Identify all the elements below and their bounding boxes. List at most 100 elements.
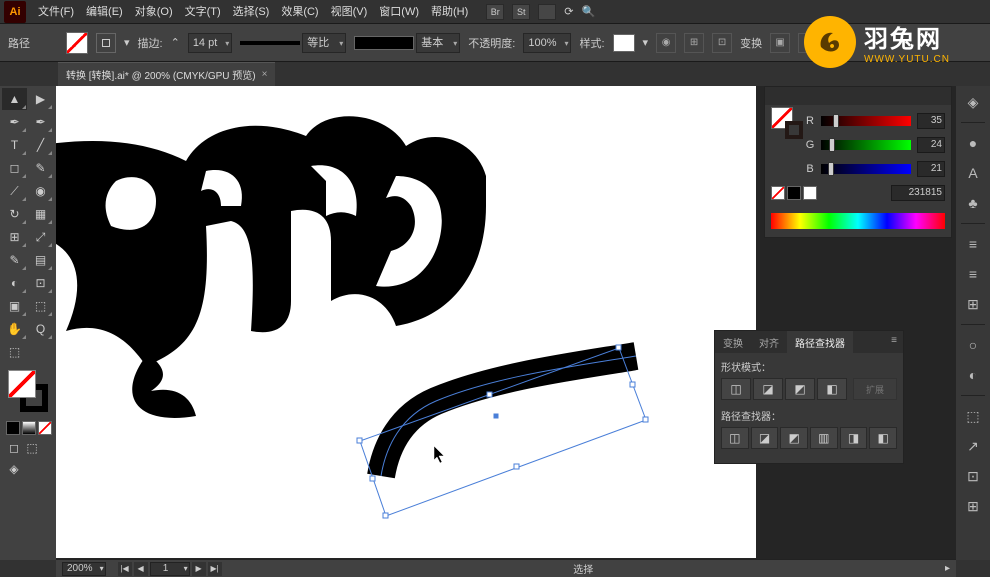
brush-select[interactable]: 基本 (416, 33, 460, 53)
prev-artboard-button[interactable]: ◀ (134, 562, 148, 576)
stroke-panel-icon[interactable]: ≡ (961, 232, 985, 256)
symbols-panel-icon[interactable]: ⊞ (961, 292, 985, 316)
merge-button[interactable]: ◩ (780, 427, 808, 449)
menu-help[interactable]: 帮助(H) (425, 0, 474, 24)
artboard-tool[interactable]: ⬚ (2, 341, 27, 363)
selection-tool[interactable]: ▲ (2, 88, 27, 110)
close-tab-button[interactable]: × (262, 69, 268, 80)
color-mode[interactable] (6, 421, 20, 435)
divide-button[interactable]: ◫ (721, 427, 749, 449)
hand-tool[interactable]: ✋ (2, 318, 27, 340)
gradient-tool[interactable]: ⊡ (28, 272, 53, 294)
line-tool[interactable]: ╱ (28, 134, 53, 156)
screen-mode-full[interactable]: ⬚ (24, 440, 40, 456)
type-tool[interactable]: T (2, 134, 27, 156)
type-panel-icon[interactable]: A (961, 161, 985, 185)
menu-object[interactable]: 对象(O) (129, 0, 179, 24)
artboard-number[interactable]: 1 (150, 562, 190, 576)
layers-panel-icon[interactable]: ⬚ (961, 404, 985, 428)
stroke-weight-input[interactable]: 14 pt (188, 33, 232, 53)
bridge-button[interactable]: Br (486, 4, 504, 20)
width-profile-select[interactable]: 等比 (302, 33, 346, 53)
properties-panel-icon[interactable]: ◈ (961, 90, 985, 114)
first-artboard-button[interactable]: |◀ (118, 562, 132, 576)
color-spectrum[interactable] (771, 213, 945, 229)
r-value[interactable]: 35 (917, 113, 945, 129)
blob-brush-tool[interactable]: ◉ (28, 180, 53, 202)
more-options-icon[interactable]: ⊟ (798, 33, 818, 53)
trim-button[interactable]: ◪ (751, 427, 779, 449)
stroke-swatch[interactable] (96, 33, 116, 53)
panel-menu-icon[interactable]: ≡ (885, 331, 903, 353)
transform-link[interactable]: 变换 (740, 35, 762, 51)
menu-window[interactable]: 窗口(W) (373, 0, 425, 24)
rotate-tool[interactable]: ↻ (2, 203, 27, 225)
align-icon[interactable]: ⊞ (684, 33, 704, 53)
width-tool[interactable]: ⊞ (2, 226, 27, 248)
b-slider[interactable] (821, 164, 911, 174)
gpu-sync-icon[interactable]: ⟳ (564, 5, 573, 18)
zoom-level[interactable]: 200% (62, 562, 106, 576)
g-value[interactable]: 24 (917, 137, 945, 153)
intersect-button[interactable]: ◩ (785, 378, 815, 400)
menu-type[interactable]: 文字(T) (179, 0, 227, 24)
g-slider[interactable] (821, 140, 911, 150)
none-mode[interactable] (38, 421, 52, 435)
mesh-tool[interactable]: ◐ (2, 272, 27, 294)
r-slider[interactable] (821, 116, 911, 126)
draw-mode[interactable]: ◈ (6, 461, 22, 477)
last-artboard-button[interactable]: ▶| (208, 562, 222, 576)
black-swatch[interactable] (787, 186, 801, 200)
hex-value[interactable]: 231815 (891, 185, 945, 201)
b-value[interactable]: 21 (917, 161, 945, 177)
fill-swatch[interactable] (66, 32, 88, 54)
graphic-styles-icon[interactable]: ◐ (961, 363, 985, 387)
expand-button[interactable]: 扩展 (853, 378, 897, 400)
stock-button[interactable]: St (512, 4, 530, 20)
rectangle-tool[interactable]: ◻ (2, 157, 27, 179)
fill-color[interactable] (8, 370, 36, 398)
pen-tool[interactable]: ✒ (2, 111, 27, 133)
menu-effect[interactable]: 效果(C) (275, 0, 324, 24)
zoom-tool[interactable]: Q (28, 318, 53, 340)
document-tab[interactable]: 转换 [转换].ai* @ 200% (CMYK/GPU 预览) × (58, 62, 275, 86)
next-artboard-button[interactable]: ▶ (192, 562, 206, 576)
arrange-button[interactable] (538, 4, 556, 20)
status-menu-icon[interactable]: ▸ (945, 563, 950, 574)
stroke-link-icon[interactable]: ⌃ (171, 36, 180, 49)
curvature-tool[interactable]: ✒ (28, 111, 53, 133)
menu-file[interactable]: 文件(F) (32, 0, 80, 24)
crop-button[interactable]: ▥ (810, 427, 838, 449)
color-panel-icon[interactable]: ● (961, 131, 985, 155)
chevron-down-icon[interactable]: ▾ (643, 36, 649, 49)
direct-selection-tool[interactable]: ▶ (28, 88, 53, 110)
artboards-panel-icon[interactable]: ⊡ (961, 464, 985, 488)
none-swatch[interactable] (771, 186, 785, 200)
recolor-icon[interactable]: ◉ (656, 33, 676, 53)
eyedropper-tool[interactable]: ▣ (2, 295, 27, 317)
stroke-color-swatch[interactable] (785, 121, 803, 139)
fill-stroke-swatch[interactable] (8, 370, 48, 412)
appearance-panel-icon[interactable]: ○ (961, 333, 985, 357)
pencil-tool[interactable]: ⟋ (2, 180, 27, 202)
tab-transform[interactable]: 变换 (715, 331, 751, 353)
free-transform-tool[interactable]: ⤢ (28, 226, 53, 248)
minus-front-button[interactable]: ◪ (753, 378, 783, 400)
white-swatch[interactable] (803, 186, 817, 200)
perspective-tool[interactable]: ▤ (28, 249, 53, 271)
blend-tool[interactable]: ⬚ (28, 295, 53, 317)
screen-mode-normal[interactable]: ◻ (6, 440, 22, 456)
menu-select[interactable]: 选择(S) (227, 0, 276, 24)
brushes-panel-icon[interactable]: ≡ (961, 262, 985, 286)
slice-tool[interactable] (28, 341, 53, 363)
unite-button[interactable]: ◫ (721, 378, 751, 400)
exclude-button[interactable]: ◧ (817, 378, 847, 400)
search-icon[interactable]: 🔍 (582, 5, 596, 18)
minus-back-button[interactable]: ◧ (869, 427, 897, 449)
chevron-down-icon[interactable]: ▾ (124, 36, 130, 49)
style-swatch[interactable] (613, 34, 635, 52)
links-panel-icon[interactable]: ↗ (961, 434, 985, 458)
libraries-panel-icon[interactable]: ⊞ (961, 494, 985, 518)
swatches-panel-icon[interactable]: ♣ (961, 191, 985, 215)
color-panel-header[interactable] (765, 87, 951, 105)
